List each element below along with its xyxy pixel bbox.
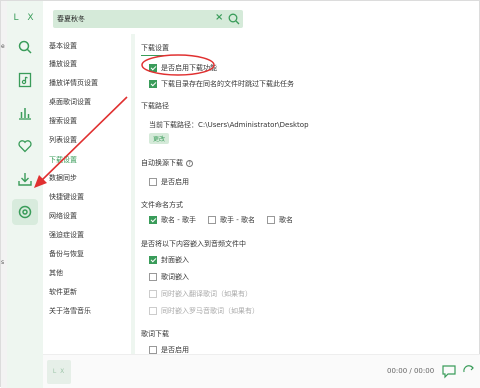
embed-lyric-label: 歌词嵌入 [161,273,189,281]
naming-section-title: 文件命名方式 [141,201,183,209]
sidebar-settings-button[interactable] [12,199,38,225]
nav-item-search[interactable]: 搜索设置 [49,116,77,126]
auto-switch-option[interactable]: 是否启用 [149,177,189,187]
embed-roma-option: 同时嵌入罗马音歌词（如果有） [149,306,259,316]
lyric-download-label: 是否启用 [161,345,189,354]
change-path-button[interactable]: 更改 [149,133,170,144]
app-window: e s L X 春夏秋冬 × 基本设置 播放设置 播放详情页设置 桌面歌词设置 … [0,0,480,388]
enable-download-label: 是否启用下载功能 [161,64,217,72]
album-cover[interactable]: L X [47,360,71,384]
checkbox-unchecked[interactable] [149,178,157,186]
embed-roma-label: 同时嵌入罗马音歌词（如果有） [161,307,259,315]
naming-option-label: 歌名 [278,216,293,224]
radio-checked[interactable] [149,216,157,224]
checkbox-checked[interactable] [149,256,157,264]
chart-icon [19,108,31,120]
nav-item-about[interactable]: 关于洛雪音乐 [49,306,91,316]
sidebar-songlist-button[interactable] [12,67,38,93]
embed-cover-label: 封面嵌入 [161,256,189,264]
radio-unchecked[interactable] [266,216,275,224]
player-bar: L X 00:00 / 00:00 [43,354,480,388]
nav-item-network[interactable]: 网络设置 [49,211,77,221]
auto-switch-option-label: 是否启用 [161,178,189,186]
nav-item-sync[interactable]: 数据同步 [49,173,77,183]
comment-icon[interactable] [441,363,457,379]
nav-item-download[interactable]: 下载设置 [49,155,77,165]
checkbox-unchecked[interactable] [149,345,157,354]
settings-icon [18,205,32,219]
skip-existing-option[interactable]: 下载目录存在同名的文件时跳过下载此任务 [149,79,294,89]
auto-switch-title: 自动换源下载 ? [141,158,193,168]
sidebar-search-button[interactable] [12,34,38,60]
edge-char-mid: s [1,259,5,266]
nav-item-other[interactable]: 其他 [49,268,63,278]
naming-option-label: 歌名 - 歌手 [161,216,196,224]
naming-option-label: 歌手 - 歌名 [219,216,255,224]
embed-section-title: 是否将以下内容嵌入到音频文件中 [141,240,246,248]
lyric-download-option[interactable]: 是否启用 [149,345,189,354]
download-icon [18,173,32,186]
nav-item-play-detail[interactable]: 播放详情页设置 [49,78,98,88]
lyric-download-title: 歌词下载 [141,330,169,338]
close-icon[interactable]: × [215,12,223,23]
heart-icon [18,140,32,153]
edge-char-top: e [1,43,5,50]
sidebar-leaderboard-button[interactable] [12,100,38,126]
enable-download-option[interactable]: 是否启用下载功能 [149,63,217,73]
nav-item-update[interactable]: 软件更新 [49,287,77,297]
settings-nav: 基本设置 播放设置 播放详情页设置 桌面歌词设置 搜索设置 列表设置 下载设置 … [43,34,131,354]
search-icon[interactable] [227,12,241,26]
embed-cover-option[interactable]: 封面嵌入 [149,255,189,265]
nav-item-backup[interactable]: 备份与恢复 [49,249,84,259]
nav-item-list[interactable]: 列表设置 [49,135,77,145]
nav-item-basic[interactable]: 基本设置 [49,41,77,51]
search-bar: 春夏秋冬 × [53,10,243,28]
music-list-icon [18,72,32,88]
naming-options: 歌名 - 歌手 歌手 - 歌名 歌名 [149,215,293,225]
checkbox-checked[interactable] [149,80,157,88]
radio-unchecked[interactable] [207,216,216,224]
play-time: 00:00 / 00:00 [387,367,435,375]
settings-content: 下载设置 是否启用下载功能 下载目录存在同名的文件时跳过下载此任务 下载路径 当… [135,34,480,354]
nav-item-playback[interactable]: 播放设置 [49,59,77,69]
download-section-title: 下载设置 [141,43,169,56]
checkbox-disabled [149,307,157,315]
sidebar-download-button[interactable] [12,166,38,192]
sidebar: L X [7,1,43,388]
checkbox-disabled [149,290,157,298]
skip-existing-label: 下载目录存在同名的文件时跳过下载此任务 [161,80,294,88]
nav-item-hotkey[interactable]: 快捷键设置 [49,192,84,202]
sidebar-favorites-button[interactable] [12,133,38,159]
path-section-title: 下载路径 [141,102,169,110]
current-path: 当前下载路径：C:\Users\Administrator\Desktop [149,121,309,129]
app-logo: L X [13,13,37,23]
nav-item-desktop-lyric[interactable]: 桌面歌词设置 [49,97,91,107]
auto-switch-label: 自动换源下载 [141,159,183,167]
embed-translation-label: 同时嵌入翻译歌词（如果有） [161,290,252,298]
search-icon [18,40,32,54]
help-icon[interactable]: ? [186,159,193,167]
checkbox-checked[interactable] [149,64,157,72]
nav-item-ocd[interactable]: 强迫症设置 [49,230,84,240]
embed-lyric-option[interactable]: 歌词嵌入 [149,272,189,282]
embed-translation-option: 同时嵌入翻译歌词（如果有） [149,289,252,299]
checkbox-unchecked[interactable] [149,273,157,281]
loop-icon[interactable] [461,363,477,379]
search-input[interactable]: 春夏秋冬 [57,14,85,24]
